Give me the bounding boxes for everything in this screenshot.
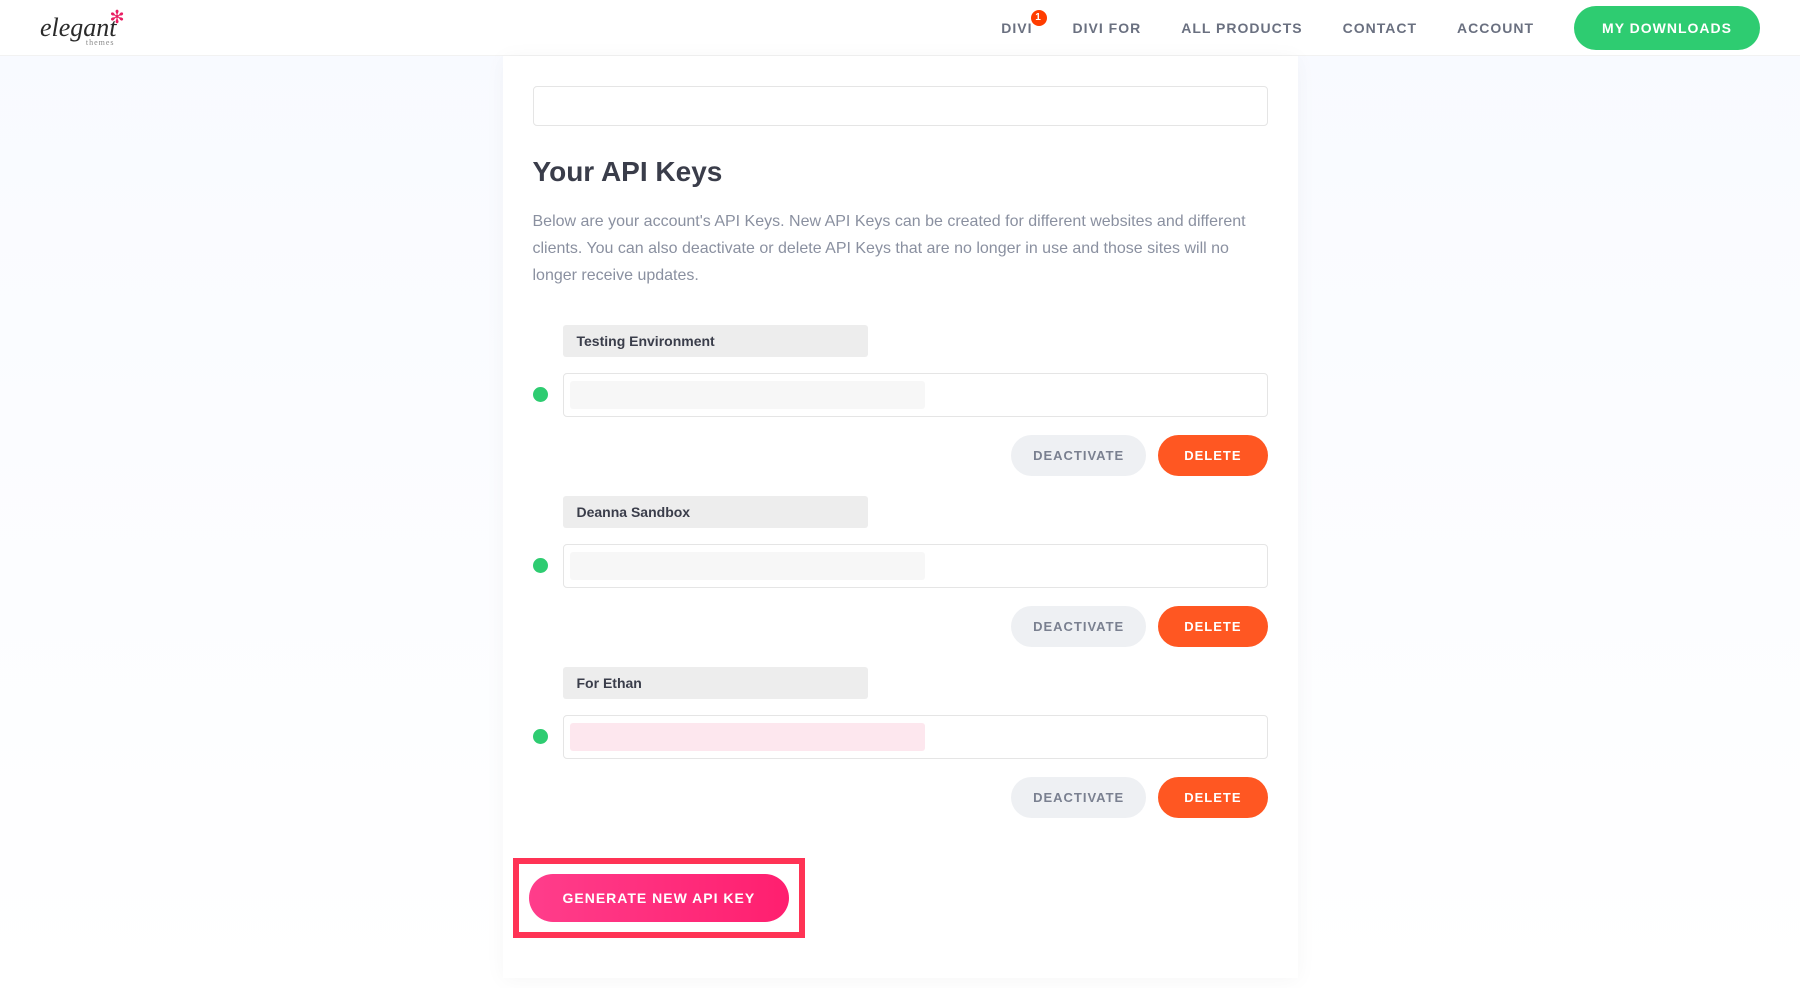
- api-key-value-redacted: [570, 723, 925, 751]
- nav-item-divi[interactable]: DIVI 1: [1001, 20, 1032, 36]
- logo[interactable]: elegant ✻ themes: [40, 13, 117, 43]
- api-key-field[interactable]: [563, 544, 1268, 588]
- nav-item-contact[interactable]: CONTACT: [1343, 20, 1417, 36]
- header: elegant ✻ themes DIVI 1 DIVI FOR ALL PRO…: [0, 0, 1800, 56]
- nav-label: DIVI: [1001, 20, 1032, 36]
- top-input-field[interactable]: [533, 86, 1268, 126]
- api-key-value-redacted: [570, 381, 925, 409]
- api-key-name[interactable]: For Ethan: [563, 667, 868, 699]
- nav-item-account[interactable]: ACCOUNT: [1457, 20, 1534, 36]
- delete-button[interactable]: DELETE: [1158, 435, 1267, 476]
- status-dot-icon: [533, 558, 548, 573]
- api-key-block: Deanna Sandbox DEACTIVATE DELETE: [533, 496, 1268, 647]
- status-dot-icon: [533, 729, 548, 744]
- generate-highlight-box: GENERATE NEW API KEY: [513, 858, 806, 938]
- api-key-name[interactable]: Testing Environment: [563, 325, 868, 357]
- main-container: Your API Keys Below are your account's A…: [0, 56, 1800, 978]
- status-dot-icon: [533, 387, 548, 402]
- nav-badge: 1: [1031, 10, 1047, 26]
- deactivate-button[interactable]: DEACTIVATE: [1011, 606, 1146, 647]
- deactivate-button[interactable]: DEACTIVATE: [1011, 435, 1146, 476]
- api-key-value-redacted: [570, 552, 925, 580]
- api-key-block: For Ethan DEACTIVATE DELETE: [533, 667, 1268, 818]
- generate-new-api-key-button[interactable]: GENERATE NEW API KEY: [529, 874, 790, 922]
- my-downloads-button[interactable]: MY DOWNLOADS: [1574, 6, 1760, 50]
- api-key-name[interactable]: Deanna Sandbox: [563, 496, 868, 528]
- api-key-field[interactable]: [563, 715, 1268, 759]
- main-nav: DIVI 1 DIVI FOR ALL PRODUCTS CONTACT ACC…: [1001, 6, 1760, 50]
- content-panel: Your API Keys Below are your account's A…: [503, 56, 1298, 978]
- nav-item-all-products[interactable]: ALL PRODUCTS: [1181, 20, 1302, 36]
- deactivate-button[interactable]: DEACTIVATE: [1011, 777, 1146, 818]
- delete-button[interactable]: DELETE: [1158, 606, 1267, 647]
- logo-subtext: themes: [86, 38, 115, 47]
- delete-button[interactable]: DELETE: [1158, 777, 1267, 818]
- logo-asterisk-icon: ✻: [109, 7, 124, 28]
- page-title: Your API Keys: [533, 156, 1268, 188]
- section-description: Below are your account's API Keys. New A…: [533, 208, 1268, 290]
- api-key-block: Testing Environment DEACTIVATE DELETE: [533, 325, 1268, 476]
- api-key-field[interactable]: [563, 373, 1268, 417]
- nav-item-divi-for[interactable]: DIVI FOR: [1073, 20, 1142, 36]
